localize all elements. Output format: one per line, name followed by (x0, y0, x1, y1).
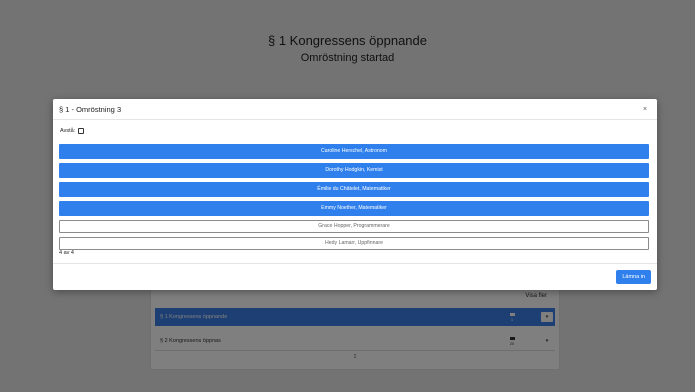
candidate-option[interactable]: Hedy Lamarr, Uppfinnare (59, 237, 649, 250)
candidate-list: Caroline Herschel, Astronom Dorothy Hodg… (59, 144, 649, 254)
abstain-checkbox[interactable] (78, 128, 85, 134)
vote-modal: § 1 - Omröstning 3 × Avstå: Caroline Her… (53, 99, 657, 290)
modal-header: § 1 - Omröstning 3 × (53, 99, 657, 120)
candidate-option[interactable]: Dorothy Hodgkin, Kemist (59, 163, 649, 178)
modal-title: § 1 - Omröstning 3 (59, 104, 122, 114)
candidate-option[interactable]: Émilie du Châtelet, Matematiker (59, 182, 649, 197)
abstain-option[interactable]: Avstå: (60, 128, 85, 134)
close-icon[interactable]: × (637, 106, 653, 113)
modal-footer: Lämna in (53, 263, 657, 291)
selection-count: 4 av 4 (59, 250, 74, 256)
candidate-option[interactable]: Caroline Herschel, Astronom (59, 144, 649, 159)
candidate-option[interactable]: Grace Hopper, Programmerare (59, 220, 649, 233)
abstain-label: Avstå: (60, 128, 76, 134)
candidate-option[interactable]: Emmy Noether, Matematiker (59, 201, 649, 216)
submit-button[interactable]: Lämna in (616, 270, 651, 284)
